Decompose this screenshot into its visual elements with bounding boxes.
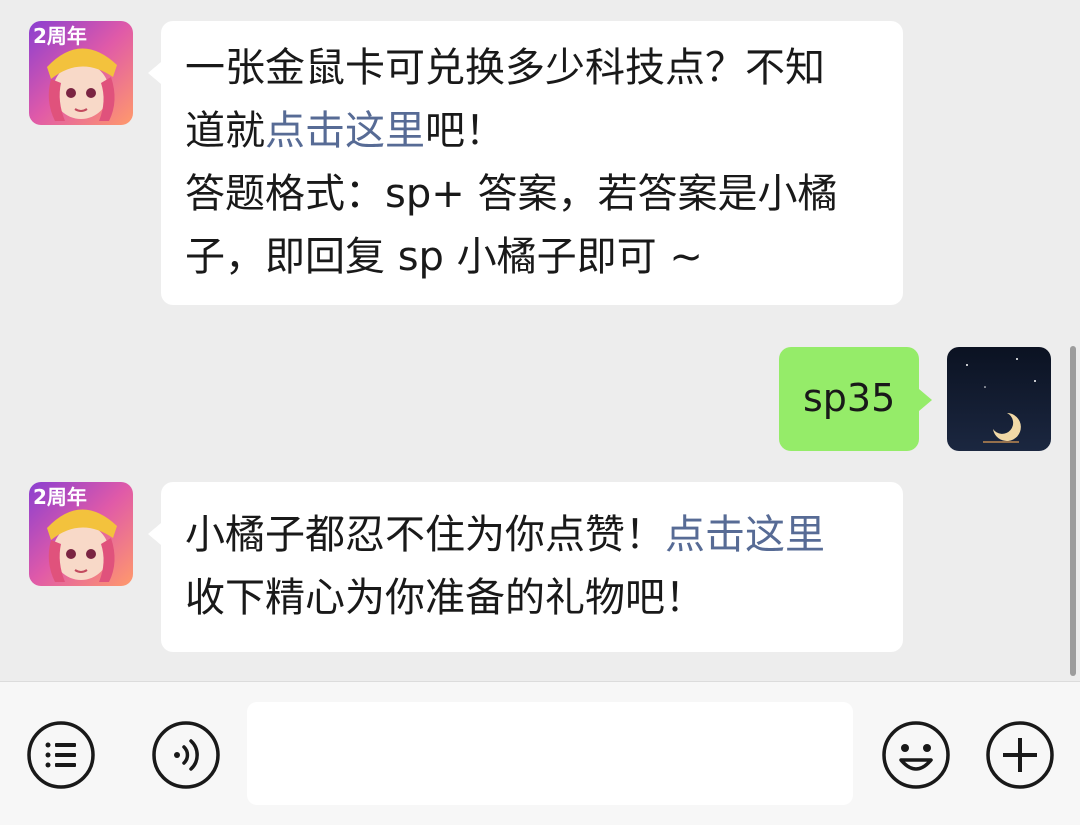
message-line: 道就点击这里吧！ xyxy=(185,100,879,163)
emoji-icon xyxy=(882,721,950,789)
voice-icon xyxy=(152,721,220,789)
chat-area: 2周年 一张金鼠卡可兑换多少科技点？不知 道就点击这里吧！ 答题格式：sp+ 答… xyxy=(0,0,1080,681)
my-avatar[interactable] xyxy=(947,347,1051,451)
crescent-moon-night-avatar-icon xyxy=(947,347,1051,451)
message-bubble[interactable]: 一张金鼠卡可兑换多少科技点？不知 道就点击这里吧！ 答题格式：sp+ 答案，若答… xyxy=(161,21,903,305)
message-text: 吧！ xyxy=(425,108,505,154)
click-here-link[interactable]: 点击这里 xyxy=(665,512,825,558)
menu-list-button[interactable] xyxy=(26,720,96,790)
chat-scrollbar[interactable] xyxy=(1070,346,1076,676)
message-input[interactable] xyxy=(247,702,853,805)
menu-list-icon xyxy=(27,721,95,789)
official-account-avatar[interactable]: 2周年 xyxy=(29,482,133,586)
plus-icon xyxy=(986,721,1054,789)
game-character-avatar-icon: 2周年 xyxy=(29,482,133,586)
message-bubble[interactable]: 小橘子都忍不住为你点赞！点击这里 收下精心为你准备的礼物吧！ xyxy=(161,482,903,652)
game-character-avatar-icon: 2周年 xyxy=(29,21,133,125)
message-text: sp35 xyxy=(803,376,896,420)
avatar-badge-text: 2周年 xyxy=(33,24,87,48)
official-account-avatar[interactable]: 2周年 xyxy=(29,21,133,125)
click-here-link[interactable]: 点击这里 xyxy=(265,108,425,154)
plus-button[interactable] xyxy=(985,720,1055,790)
bubble-tail xyxy=(148,62,161,84)
message-line: 收下精心为你准备的礼物吧！ xyxy=(185,575,705,621)
my-message-bubble[interactable]: sp35 xyxy=(779,347,919,451)
input-bar xyxy=(0,681,1080,825)
message-line: 小橘子都忍不住为你点赞！点击这里 xyxy=(185,504,879,567)
message-text: 道就 xyxy=(185,108,265,154)
bubble-tail xyxy=(919,389,932,411)
voice-button[interactable] xyxy=(151,720,221,790)
avatar-badge-text: 2周年 xyxy=(33,485,87,509)
message-line: 子，即回复 sp 小橘子即可 ~ xyxy=(185,234,703,280)
message-text: 小橘子都忍不住为你点赞！ xyxy=(185,512,665,558)
emoji-button[interactable] xyxy=(881,720,951,790)
bubble-tail xyxy=(148,523,161,545)
message-line: 一张金鼠卡可兑换多少科技点？不知 xyxy=(185,45,825,91)
message-line: 答题格式：sp+ 答案，若答案是小橘 xyxy=(185,171,838,217)
